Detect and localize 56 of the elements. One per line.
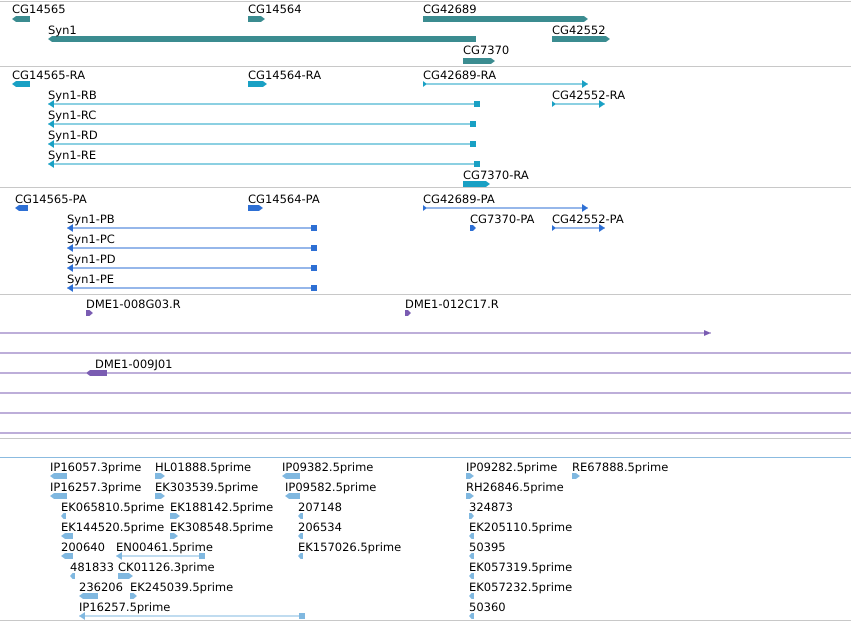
feature-label: 206534	[298, 520, 342, 534]
feature-label: CG42689-PA	[423, 192, 495, 206]
feature-label: Syn1-RB	[48, 88, 97, 102]
feature-label: Syn1-RD	[48, 128, 98, 142]
feature-label: 200640	[61, 540, 105, 554]
feature-label: IP09582.5prime	[285, 480, 376, 494]
feature-label: EK065810.5prime	[61, 500, 164, 514]
feature-label: EK205110.5prime	[469, 520, 572, 534]
feature-label: EK157026.5prime	[298, 540, 402, 554]
feature-label: CG14565-RA	[12, 68, 86, 82]
feature-label: IP09382.5prime	[282, 460, 374, 474]
feature-label: 50360	[469, 600, 506, 614]
feature-label: CG14565-PA	[15, 192, 87, 206]
feature-label: DME1-012C17.R	[405, 297, 499, 311]
feature-label: CK01126.3prime	[118, 560, 215, 574]
feature-label: DME1-008G03.R	[86, 297, 181, 311]
feature-label: 324873	[469, 500, 513, 514]
feature-label: Syn1-PC	[67, 232, 115, 246]
feature-label: CG14565	[12, 2, 66, 16]
feature-label: Syn1-PE	[67, 272, 114, 286]
feature-label: HL01888.5prime	[155, 460, 252, 474]
feature-label: CG42552-PA	[552, 212, 624, 226]
feature-label: Syn1-PD	[67, 252, 116, 266]
feature-label: EK057319.5prime	[469, 560, 572, 574]
feature-label: EN00461.5prime	[116, 540, 213, 554]
feature-label: EK188142.5prime	[170, 500, 274, 514]
feature-label: CG7370-RA	[463, 168, 529, 182]
feature-label: EK308548.5prime	[170, 520, 274, 534]
feature-label: 481833	[70, 560, 114, 574]
feature-label: CG14564	[248, 2, 302, 16]
feature-label: EK245039.5prime	[130, 580, 234, 594]
feature-label: IP16257.3prime	[50, 480, 142, 494]
feature-label: Syn1-RC	[48, 108, 96, 122]
feature-label: IP09282.5prime	[466, 460, 558, 474]
feature-label: CG42689-RA	[423, 68, 496, 82]
feature-label: RH26846.5prime	[466, 480, 564, 494]
feature-label: DME1-009J01	[95, 357, 172, 371]
feature-label: Syn1	[48, 23, 77, 37]
feature-label: Syn1-RE	[48, 148, 96, 162]
feature-label: CG14564-RA	[248, 68, 322, 82]
feature-label: Syn1-PB	[67, 212, 115, 226]
feature-label: 236206	[79, 580, 123, 594]
feature-label: EK144520.5prime	[61, 520, 164, 534]
feature-label: 50395	[469, 540, 506, 554]
feature-label: IP16257.5prime	[79, 600, 170, 614]
feature-label: CG14564-PA	[248, 192, 320, 206]
feature-label: CG42552-RA	[552, 88, 626, 102]
feature-label: RE67888.5prime	[572, 460, 668, 474]
feature-label: EK303539.5prime	[155, 480, 258, 494]
feature-label: CG42552	[552, 23, 606, 37]
feature-label: CG7370	[463, 43, 510, 57]
feature-label: EK057232.5prime	[469, 580, 572, 594]
feature-label: IP16057.3prime	[50, 460, 142, 474]
feature-label: CG7370-PA	[470, 212, 534, 226]
feature-label: CG42689	[423, 2, 477, 16]
feature-label: 207148	[298, 500, 342, 514]
